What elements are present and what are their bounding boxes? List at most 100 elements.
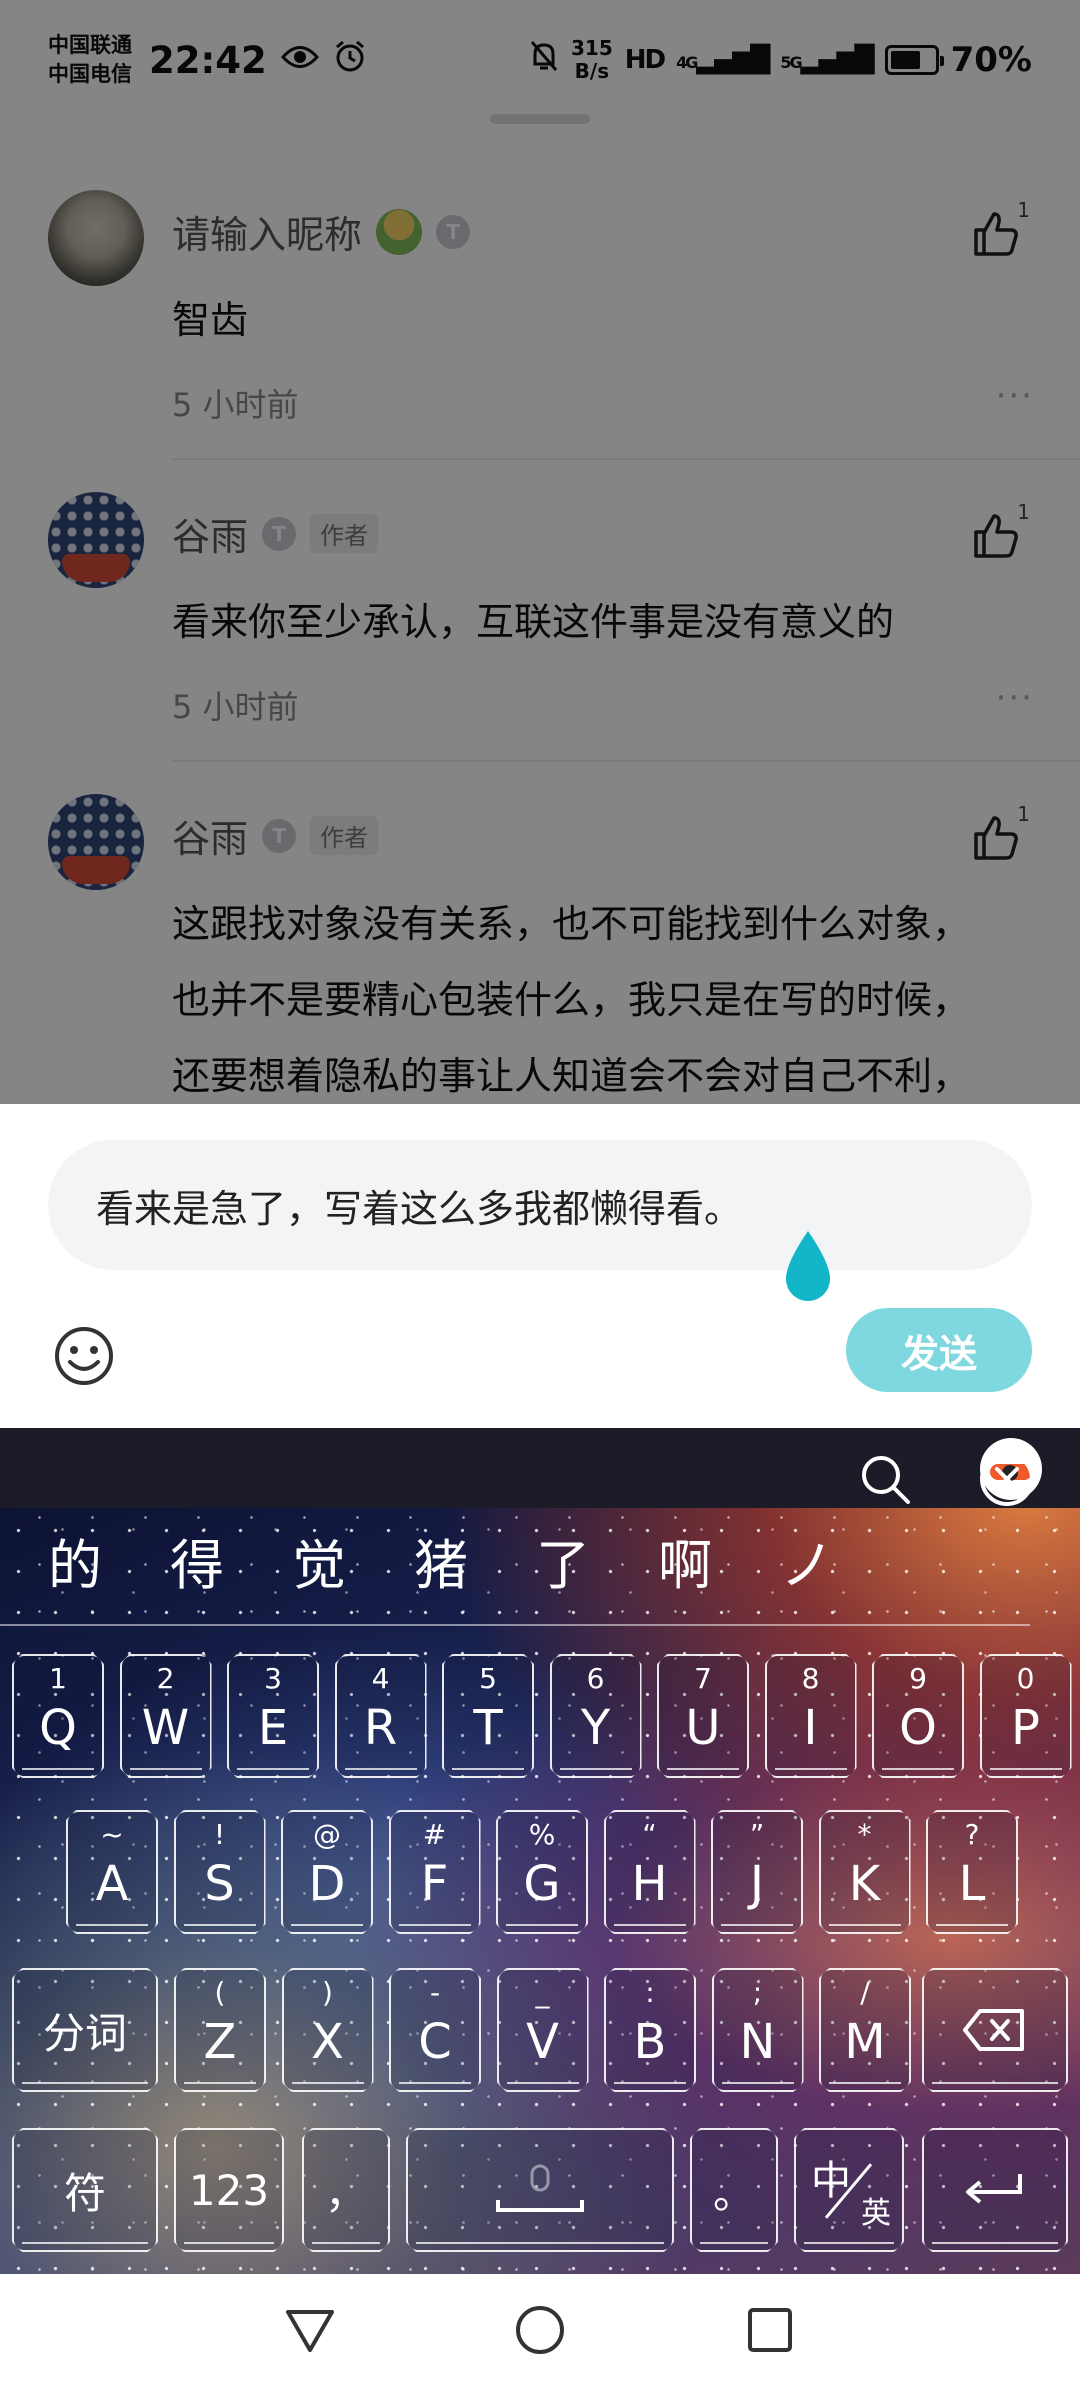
key-a[interactable]: ~ A (66, 1810, 158, 1934)
key-d[interactable]: @ D (281, 1810, 373, 1934)
key-label: M (844, 2014, 886, 2070)
dim-overlay[interactable] (0, 0, 1080, 1104)
key-l[interactable]: ? L (926, 1810, 1018, 1934)
period-key[interactable]: 。 (690, 2128, 778, 2252)
candidate-word[interactable]: 啊 (658, 1521, 780, 1600)
key-edge (614, 2082, 686, 2084)
key-edge (22, 2082, 148, 2084)
key-label: K (848, 1856, 881, 1912)
key-secondary-label: 1 (49, 1662, 67, 1695)
key-edge (614, 1924, 686, 1926)
key-label: D (308, 1856, 346, 1912)
key-edge (345, 1768, 417, 1770)
key-edge (829, 2082, 901, 2084)
key-secondary-label: 0 (1016, 1662, 1035, 1695)
key-edge (399, 2082, 471, 2084)
space-bar-icon (490, 2160, 590, 2220)
enter-key[interactable] (922, 2128, 1068, 2252)
ime-keyboard: 的得觉猪了啊ノ 1 Q 2 W 3 E 4 R 5 T 6 Y 7 U 8 I 9 O 0 P ~ A! S @ D # F% G “H… (0, 1428, 1080, 2274)
key-edge (130, 1768, 202, 1770)
key-label: U (685, 1700, 721, 1756)
recents-square-icon[interactable] (740, 2300, 800, 2360)
key-label: B (633, 2014, 667, 2070)
key-edge (292, 2082, 364, 2084)
backspace-icon (962, 2007, 1028, 2053)
key-edge (291, 1924, 363, 1926)
key-z[interactable]: (Z (174, 1968, 266, 2092)
key-q[interactable]: 1Q (12, 1654, 104, 1778)
key-i[interactable]: 8I (765, 1654, 857, 1778)
key-edge (184, 1924, 256, 1926)
space-key[interactable] (406, 2128, 674, 2252)
key-t[interactable]: 5T (442, 1654, 534, 1778)
key-label: N (739, 2014, 776, 2070)
key-y[interactable]: 6Y (550, 1654, 642, 1778)
key-edge (667, 1768, 739, 1770)
text-cursor-handle[interactable] (778, 1229, 838, 1309)
key-m[interactable]: / M (819, 1968, 911, 2092)
key-label: E (257, 1700, 289, 1756)
smiley-icon[interactable] (52, 1324, 116, 1388)
key-w[interactable]: 2W (120, 1654, 212, 1778)
candidate-word[interactable]: ノ (780, 1521, 902, 1600)
candidate-word[interactable]: 了 (536, 1521, 658, 1600)
close-icon[interactable] (978, 1450, 1036, 1508)
key-j[interactable]: ” J (711, 1810, 803, 1934)
key-secondary-label: / (860, 1976, 870, 2009)
key-b[interactable]: :B (604, 1968, 696, 2092)
candidate-word[interactable]: 的 (48, 1521, 170, 1600)
key-secondary-label: - (429, 1976, 441, 2009)
key-label: J (749, 1856, 765, 1912)
candidate-bar: 的得觉猪了啊ノ (0, 1508, 1080, 1612)
search-icon[interactable] (856, 1450, 914, 1508)
candidate-word[interactable]: 觉 (292, 1521, 414, 1600)
key-secondary-label: ) (322, 1976, 333, 2009)
key-edge (722, 2082, 794, 2084)
candidate-word[interactable]: 猪 (414, 1521, 536, 1600)
symbols-key[interactable]: 符 (12, 2128, 158, 2252)
backspace-key[interactable] (922, 1968, 1068, 2092)
key-c[interactable]: -C (389, 1968, 481, 2092)
comma-key[interactable]: ， (302, 2128, 390, 2252)
key-label: 。 (712, 2168, 755, 2218)
key-k[interactable]: * K (819, 1810, 911, 1934)
key-secondary-label: # (422, 1818, 447, 1851)
key-edge (312, 2242, 380, 2244)
enter-icon (962, 2170, 1028, 2210)
candidate-divider (0, 1624, 1030, 1626)
key-secondary-label: 3 (264, 1662, 282, 1695)
key-h[interactable]: “H (604, 1810, 696, 1934)
candidate-word[interactable]: 得 (170, 1521, 292, 1600)
key-label: V (526, 2014, 559, 2070)
key-g[interactable]: % G (496, 1810, 588, 1934)
key-edge (237, 1768, 309, 1770)
segment-key[interactable]: 分词 (12, 1968, 158, 2092)
key-label: ， (324, 2168, 367, 2218)
key-label: 符 (63, 2168, 106, 2218)
key-p[interactable]: 0P (980, 1654, 1072, 1778)
key-o[interactable]: 9O (872, 1654, 964, 1778)
key-u[interactable]: 7U (657, 1654, 749, 1778)
send-button[interactable]: 发送 (846, 1308, 1032, 1392)
key-s[interactable]: ! S (174, 1810, 266, 1934)
key-r[interactable]: 4R (335, 1654, 427, 1778)
key-label: Y (580, 1700, 611, 1756)
key-secondary-label: ; (752, 1976, 763, 2009)
key-e[interactable]: 3E (227, 1654, 319, 1778)
lang-en-label: 英 (861, 2196, 891, 2231)
reply-input[interactable]: 看来是急了，写着这么多我都懒得看。 (48, 1140, 1032, 1270)
back-triangle-icon[interactable] (280, 2300, 340, 2360)
key-secondary-label: 7 (694, 1662, 712, 1695)
key-secondary-label: % (528, 1818, 556, 1851)
reply-input-text: 看来是急了，写着这么多我都懒得看。 (96, 1186, 743, 1231)
language-switch-key[interactable]: 中英 (794, 2128, 904, 2252)
key-f[interactable]: # F (389, 1810, 481, 1934)
key-edge (560, 1768, 632, 1770)
home-circle-icon[interactable] (510, 2300, 570, 2360)
key-n[interactable]: ; N (712, 1968, 804, 2092)
key-v[interactable]: _ V (497, 1968, 589, 2092)
numbers-key[interactable]: 123 (174, 2128, 284, 2252)
key-x[interactable]: ) X (282, 1968, 374, 2092)
key-edge (932, 2242, 1058, 2244)
key-secondary-label: ” (749, 1818, 765, 1851)
